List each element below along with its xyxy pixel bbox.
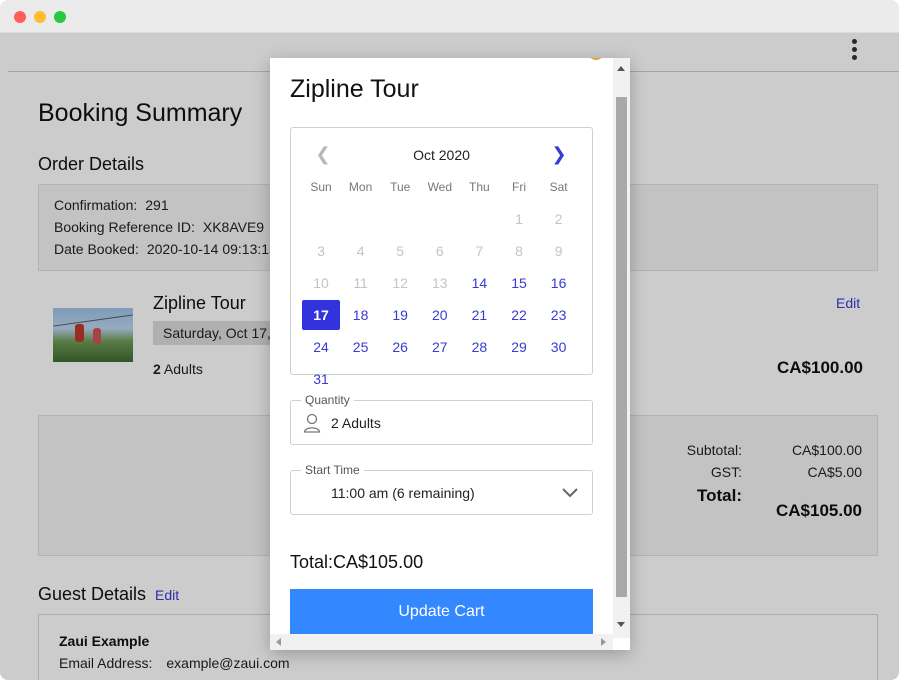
vertical-scrollbar[interactable] bbox=[613, 58, 630, 638]
weekday-tue: Tue bbox=[390, 180, 411, 194]
start-time-legend: Start Time bbox=[301, 463, 364, 477]
calendar-day[interactable]: 14 bbox=[460, 268, 498, 298]
quantity-value: 2 Adults bbox=[331, 415, 381, 431]
calendar-day: 10 bbox=[313, 275, 329, 291]
calendar-day: 6 bbox=[435, 243, 444, 259]
start-time-value: 11:00 am (6 remaining) bbox=[331, 485, 475, 501]
weekday-wed: Wed bbox=[427, 180, 453, 194]
calendar-day[interactable]: 18 bbox=[342, 300, 380, 330]
scroll-down-arrow-icon[interactable] bbox=[617, 622, 625, 627]
vertical-scroll-thumb[interactable] bbox=[616, 97, 627, 597]
quantity-field[interactable]: Quantity 2 Adults bbox=[290, 393, 593, 445]
calendar-day[interactable]: 31 bbox=[302, 364, 340, 394]
person-icon bbox=[303, 413, 321, 433]
calendar-day: 12 bbox=[392, 275, 408, 291]
calendar-day[interactable]: 26 bbox=[381, 332, 419, 362]
calendar-day[interactable]: 27 bbox=[421, 332, 459, 362]
minimize-window-button[interactable] bbox=[34, 11, 46, 23]
calendar-day: 2 bbox=[554, 211, 563, 227]
title-bar bbox=[0, 0, 899, 33]
calendar-day: 11 bbox=[353, 275, 368, 291]
calendar-day[interactable]: 22 bbox=[500, 300, 538, 330]
horizontal-scrollbar[interactable] bbox=[270, 634, 613, 650]
calendar-day[interactable]: 20 bbox=[421, 300, 459, 330]
weekday-mon: Mon bbox=[348, 180, 373, 194]
weekday-fri: Fri bbox=[512, 180, 526, 194]
scroll-up-arrow-icon[interactable] bbox=[617, 66, 625, 71]
calendar-day[interactable]: 30 bbox=[540, 332, 578, 362]
scroll-right-arrow-icon[interactable] bbox=[601, 638, 606, 646]
weekday-sun: Sun bbox=[310, 180, 332, 194]
calendar-day[interactable]: 25 bbox=[342, 332, 380, 362]
quantity-legend: Quantity bbox=[301, 393, 354, 407]
calendar-day[interactable]: 23 bbox=[540, 300, 578, 330]
next-month-chevron-icon[interactable]: ❯ bbox=[549, 144, 569, 164]
scroll-left-arrow-icon[interactable] bbox=[276, 638, 281, 646]
weekday-thu: Thu bbox=[469, 180, 490, 194]
modal-title: Zipline Tour bbox=[290, 75, 419, 103]
maximize-window-button[interactable] bbox=[54, 11, 66, 23]
calendar-day[interactable]: 16 bbox=[540, 268, 578, 298]
calendar-day[interactable]: 19 bbox=[381, 300, 419, 330]
calendar-day: 13 bbox=[432, 275, 448, 291]
calendar-day: 3 bbox=[317, 243, 325, 259]
calendar-day: 9 bbox=[554, 243, 563, 259]
weekday-sat: Sat bbox=[549, 180, 568, 194]
start-time-select[interactable]: Start Time 11:00 am (6 remaining) bbox=[290, 463, 593, 515]
modal-total: Total:CA$105.00 bbox=[290, 552, 424, 572]
calendar-day: 7 bbox=[475, 243, 484, 259]
calendar-day-selected[interactable]: 17 bbox=[302, 300, 340, 330]
calendar-month-label: Oct 2020 bbox=[413, 147, 470, 163]
calendar-day: 1 bbox=[515, 211, 523, 227]
calendar-day[interactable]: 29 bbox=[500, 332, 538, 362]
calendar-day[interactable]: 21 bbox=[460, 300, 498, 330]
calendar-day: 8 bbox=[515, 243, 523, 259]
calendar-day[interactable]: 24 bbox=[302, 332, 340, 362]
edit-booking-modal: Zipline Tour ❮ Oct 2020 ❯ Sun Mon Tue Wed Th… bbox=[270, 58, 630, 650]
calendar-day[interactable]: 15 bbox=[500, 268, 538, 298]
badge-icon bbox=[588, 58, 604, 60]
date-picker-calendar: ❮ Oct 2020 ❯ Sun Mon Tue Wed Thu Fri Sat 1 2 3 4 5 6… bbox=[290, 127, 593, 387]
update-cart-button[interactable]: Update Cart bbox=[290, 589, 593, 635]
close-window-button[interactable] bbox=[14, 11, 26, 23]
calendar-day: 4 bbox=[356, 243, 365, 259]
calendar-day[interactable]: 28 bbox=[460, 332, 498, 362]
chevron-down-icon bbox=[562, 488, 578, 498]
calendar-day: 5 bbox=[396, 243, 405, 259]
browser-window: Booking Summary Order Details Confirmati… bbox=[0, 0, 899, 680]
